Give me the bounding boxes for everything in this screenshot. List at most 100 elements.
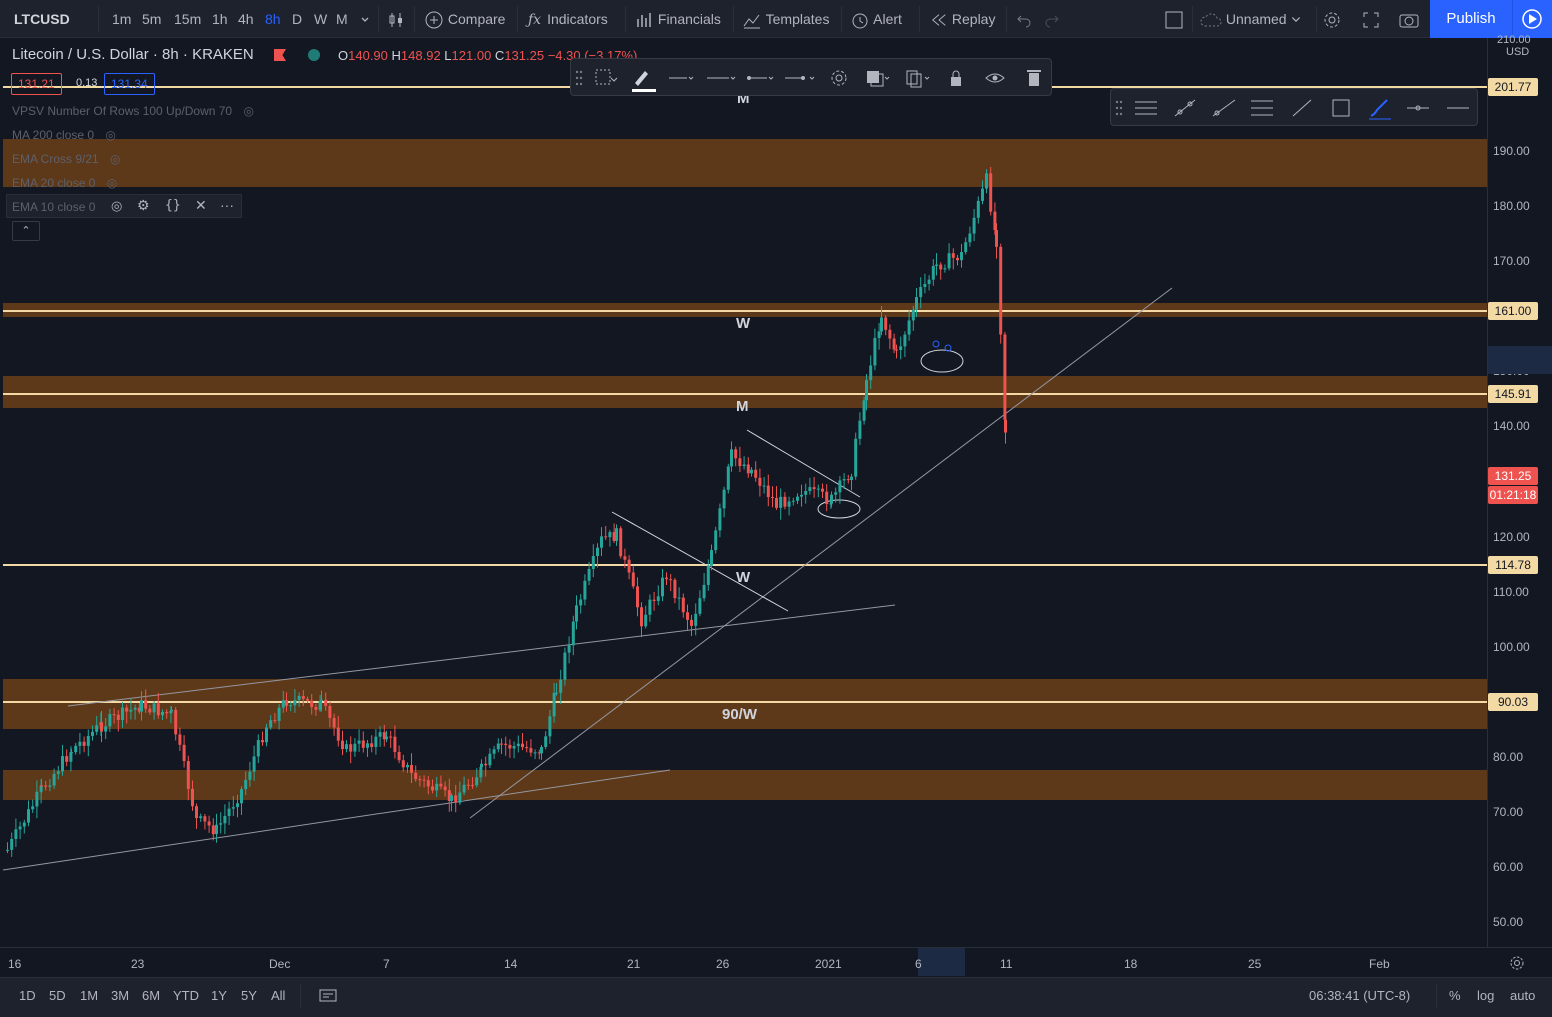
date-range-calendar-icon[interactable]: [318, 987, 338, 1008]
play-icon[interactable]: [1512, 0, 1552, 38]
layout-square-icon[interactable]: [1164, 0, 1184, 38]
indicator-ema10-row[interactable]: EMA 10 close 0 ◎ ⚙ {} ✕ ···: [6, 194, 242, 218]
interval-w[interactable]: W: [314, 0, 327, 38]
templates-button[interactable]: Templates: [742, 0, 829, 38]
price-tick: 110.00: [1493, 585, 1529, 599]
interval-1h[interactable]: 1h: [212, 0, 228, 38]
candle-body: [336, 727, 340, 741]
ray-tool-icon[interactable]: [1174, 99, 1196, 117]
log-scale-toggle[interactable]: log: [1477, 988, 1494, 1003]
brush-icon[interactable]: [1369, 99, 1391, 120]
rectangle-icon[interactable]: [1332, 99, 1350, 117]
interval-5m[interactable]: 5m: [142, 0, 161, 38]
buy-price-button[interactable]: 131.34: [104, 73, 155, 95]
range-1d-button[interactable]: 1D: [19, 988, 36, 1003]
settings-gear-icon[interactable]: [1322, 0, 1342, 38]
hidden-eye-icon[interactable]: ◎: [243, 104, 253, 118]
chart-type-candles-icon[interactable]: [386, 0, 406, 38]
parallel-channel-icon[interactable]: [1135, 101, 1157, 115]
templates-label: Templates: [765, 11, 830, 27]
line-right-end-icon[interactable]: [785, 76, 815, 80]
interval-dropdown-icon[interactable]: [360, 0, 370, 38]
compare-button[interactable]: Compare: [424, 0, 505, 38]
range-5y-button[interactable]: 5Y: [241, 988, 257, 1003]
trash-icon[interactable]: [1027, 70, 1041, 86]
interval-1m[interactable]: 1m: [112, 0, 131, 38]
line-width-icon[interactable]: [669, 76, 694, 80]
candle-body: [378, 732, 382, 737]
hidden-eye-icon[interactable]: ◎: [105, 128, 115, 142]
horizontal-ray-icon[interactable]: [1407, 105, 1429, 111]
interval-15m[interactable]: 15m: [174, 0, 201, 38]
axis-settings-gear-icon[interactable]: [1509, 955, 1525, 976]
publish-button[interactable]: Publish: [1430, 0, 1512, 38]
time-tick: 21: [627, 957, 641, 971]
ellipse-marker-1: [817, 499, 861, 519]
candle-body: [22, 822, 26, 827]
candle-body: [289, 705, 293, 707]
candle-body: [648, 599, 652, 615]
template-icon[interactable]: [595, 69, 618, 85]
alert-button[interactable]: Alert: [850, 0, 902, 38]
range-5d-button[interactable]: 5D: [49, 988, 66, 1003]
range-6m-button[interactable]: 6M: [142, 988, 160, 1003]
lock-icon[interactable]: [951, 70, 961, 86]
hidden-eye-icon[interactable]: ◎: [107, 176, 117, 190]
symbol-legend-title[interactable]: Litecoin / U.S. Dollar · 8h · KRAKEN: [12, 46, 254, 63]
layout-name-menu[interactable]: Unnamed: [1200, 0, 1302, 38]
line-style-icon[interactable]: [707, 76, 736, 80]
symbol-search[interactable]: LTCUSD: [14, 0, 70, 38]
interval-m[interactable]: M: [336, 0, 348, 38]
eye-icon[interactable]: [985, 73, 1005, 83]
undo-icon[interactable]: [1016, 0, 1032, 38]
range-all-button[interactable]: All: [271, 988, 285, 1003]
price-chart[interactable]: [0, 38, 1487, 947]
candle-body: [939, 264, 943, 270]
fib-retracement-icon[interactable]: [1251, 100, 1273, 116]
collapse-legend-chevron-up-icon[interactable]: ⌃: [12, 221, 40, 241]
range-1m-button[interactable]: 1M: [80, 988, 98, 1003]
percent-scale-toggle[interactable]: %: [1449, 988, 1461, 1003]
replay-button[interactable]: Replay: [930, 0, 995, 38]
financials-button[interactable]: Financials: [634, 0, 721, 38]
settings-gear-icon[interactable]: ⚙: [137, 197, 150, 214]
indicator-ema-cross[interactable]: EMA Cross 9/21 ◎: [12, 152, 121, 166]
last-price-label: 131.25: [1488, 467, 1538, 485]
candle-body: [341, 740, 344, 750]
candle-body: [397, 751, 401, 761]
sell-price-button[interactable]: 131.21: [11, 73, 62, 95]
chart-pane[interactable]: [0, 38, 1487, 947]
trend-angle-icon[interactable]: [1212, 99, 1236, 117]
clock-timezone[interactable]: 06:38:41 (UTC-8): [1309, 988, 1410, 1003]
visual-order-icon[interactable]: [867, 71, 890, 87]
hidden-eye-icon[interactable]: ◎: [110, 152, 120, 166]
auto-scale-toggle[interactable]: auto: [1510, 988, 1535, 1003]
camera-icon[interactable]: [1398, 0, 1420, 38]
range-3m-button[interactable]: 3M: [111, 988, 129, 1003]
range-ytd-button[interactable]: YTD: [173, 988, 199, 1003]
indicator-ema20[interactable]: EMA 20 close 0 ◎: [12, 176, 117, 190]
settings-gear-icon[interactable]: [831, 70, 847, 86]
indicators-button[interactable]: ƒx Indicators: [528, 0, 608, 38]
clone-icon[interactable]: [906, 70, 930, 88]
indicator-vpsv[interactable]: VPSV Number Of Rows 100 Up/Down 70 ◎: [12, 104, 254, 118]
candle-body: [644, 614, 648, 627]
more-icon[interactable]: ···: [220, 197, 234, 213]
interval-8h[interactable]: 8h: [265, 0, 281, 38]
line-left-end-icon[interactable]: [747, 76, 774, 80]
candle-body: [552, 692, 556, 717]
source-code-icon[interactable]: {}: [165, 198, 181, 213]
line-color-pencil-icon[interactable]: [632, 71, 656, 92]
trend-line-icon[interactable]: [1292, 99, 1312, 117]
interval-d[interactable]: D: [292, 0, 302, 38]
low-value: 121.00: [451, 48, 492, 63]
currency-label[interactable]: USD: [1506, 46, 1529, 58]
range-1y-button[interactable]: 1Y: [211, 988, 227, 1003]
hidden-eye-icon[interactable]: ◎: [111, 198, 122, 214]
fullscreen-icon[interactable]: [1362, 0, 1380, 38]
redo-icon[interactable]: [1044, 0, 1060, 38]
indicator-ma200[interactable]: MA 200 close 0 ◎: [12, 128, 116, 142]
time-axis[interactable]: [0, 947, 1552, 977]
interval-4h[interactable]: 4h: [238, 0, 254, 38]
close-icon[interactable]: ✕: [195, 197, 207, 214]
